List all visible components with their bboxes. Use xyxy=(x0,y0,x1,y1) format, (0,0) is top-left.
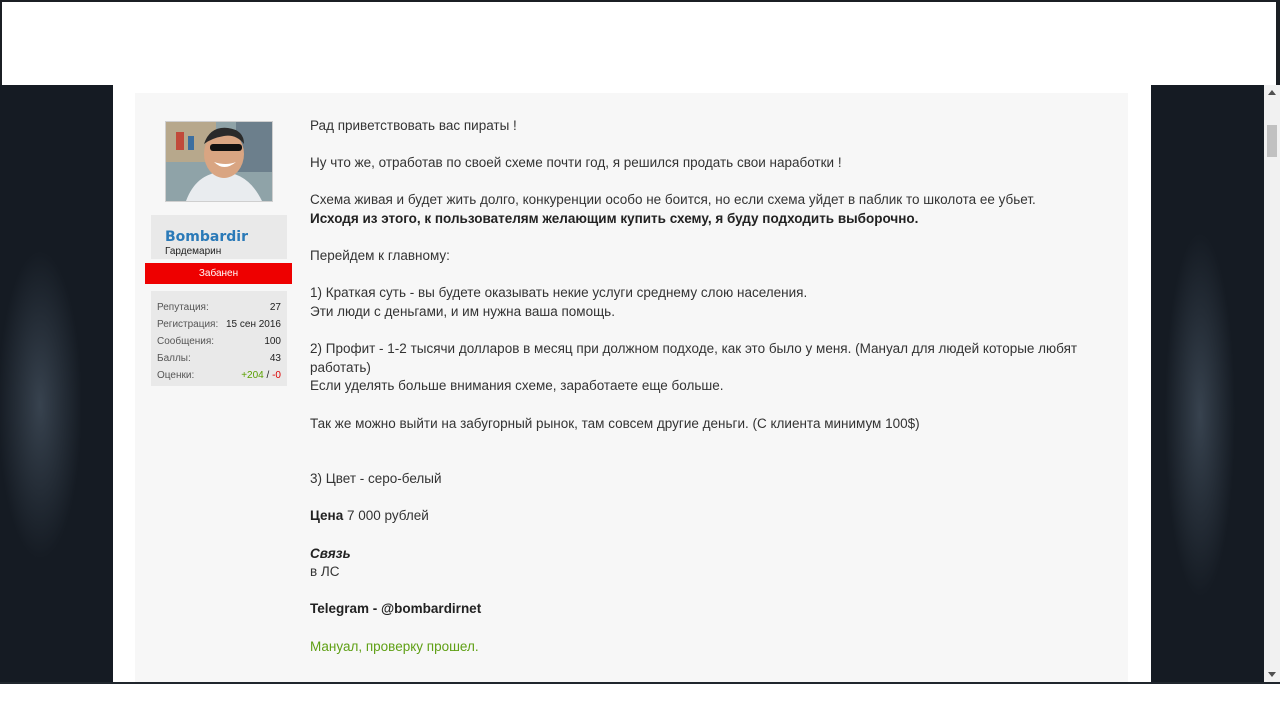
user-title: Гардемарин xyxy=(165,246,222,257)
scroll-down-arrow-icon[interactable] xyxy=(1268,672,1276,677)
scrollbar-thumb[interactable] xyxy=(1267,125,1277,157)
message-line: 3) Цвет - серо-белый xyxy=(310,471,442,487)
price-value: 7 000 рублей xyxy=(343,508,429,524)
post-message: Рад приветствовать вас пираты ! Ну что ж… xyxy=(310,117,1100,656)
contact-label: Связь xyxy=(310,545,351,561)
manual-note: Мануал, проверку прошел. xyxy=(310,638,479,654)
content-area: Bombardir Гардемарин Забанен Репутация: … xyxy=(113,85,1151,682)
top-edge xyxy=(0,0,1280,2)
stat-label: Баллы: xyxy=(157,353,191,364)
stat-value: 15 сен 2016 xyxy=(225,319,281,330)
stat-label: Репутация: xyxy=(157,302,209,313)
stat-ratings: Оценки: +204 / -0 xyxy=(157,370,281,386)
message-line: 1) Краткая суть - вы будете оказывать не… xyxy=(310,285,808,301)
forum-post: Bombardir Гардемарин Забанен Репутация: … xyxy=(135,93,1128,682)
vertical-scrollbar[interactable] xyxy=(1264,85,1280,682)
price-label: Цена xyxy=(310,508,344,524)
banned-badge: Забанен xyxy=(145,263,292,284)
avatar[interactable] xyxy=(165,121,273,202)
username-link[interactable]: Bombardir xyxy=(165,229,248,245)
message-line: Перейдем к главному: xyxy=(310,248,450,264)
contact-value: в ЛС xyxy=(310,564,340,580)
right-edge xyxy=(1276,0,1280,85)
telegram-line: Telegram - @bombardirnet xyxy=(310,601,482,617)
stat-reputation: Репутация: 27 xyxy=(157,302,281,318)
stat-value: 27 xyxy=(269,302,281,313)
message-line: Схема живая и будет жить долго, конкурен… xyxy=(310,192,1036,208)
message-line: 2) Профит - 1-2 тысячи долларов в месяц … xyxy=(310,341,1078,375)
message-line: Если уделять больше внимания схеме, зара… xyxy=(310,378,724,394)
stat-registration: Регистрация: 15 сен 2016 xyxy=(157,319,281,335)
user-stats: Репутация: 27 Регистрация: 15 сен 2016 С… xyxy=(151,291,287,386)
message-line: Рад приветствовать вас пираты ! xyxy=(310,118,517,133)
stat-value: 100 xyxy=(264,336,281,347)
stat-label: Регистрация: xyxy=(157,319,219,330)
top-blank-area xyxy=(0,0,1280,85)
message-line: Так же можно выйти на забугорный рынок, … xyxy=(310,415,920,431)
ratings-positive[interactable]: +204 xyxy=(241,370,264,381)
stat-value: +204 / -0 xyxy=(241,370,281,381)
stat-value: 43 xyxy=(269,353,281,364)
user-card: Bombardir Гардемарин xyxy=(151,215,287,259)
price-line: Цена 7 000 рублей xyxy=(310,507,1100,526)
message-line: Ну что же, отработав по своей схеме почт… xyxy=(310,155,842,171)
message-bold-line: Исходя из этого, к пользователям желающи… xyxy=(310,210,919,226)
stat-messages: Сообщения: 100 xyxy=(157,336,281,352)
bottom-blank-area xyxy=(0,682,1280,721)
ratings-negative[interactable]: -0 xyxy=(272,370,281,381)
stat-points: Баллы: 43 xyxy=(157,353,281,369)
stat-label: Сообщения: xyxy=(157,336,215,347)
ratings-separator: / xyxy=(263,370,273,381)
avatar-image xyxy=(166,122,272,201)
left-edge xyxy=(0,0,2,85)
scroll-up-arrow-icon[interactable] xyxy=(1268,90,1276,95)
stat-label: Оценки: xyxy=(157,370,195,381)
message-line: Эти люди с деньгами, и им нужна ваша пом… xyxy=(310,303,615,319)
